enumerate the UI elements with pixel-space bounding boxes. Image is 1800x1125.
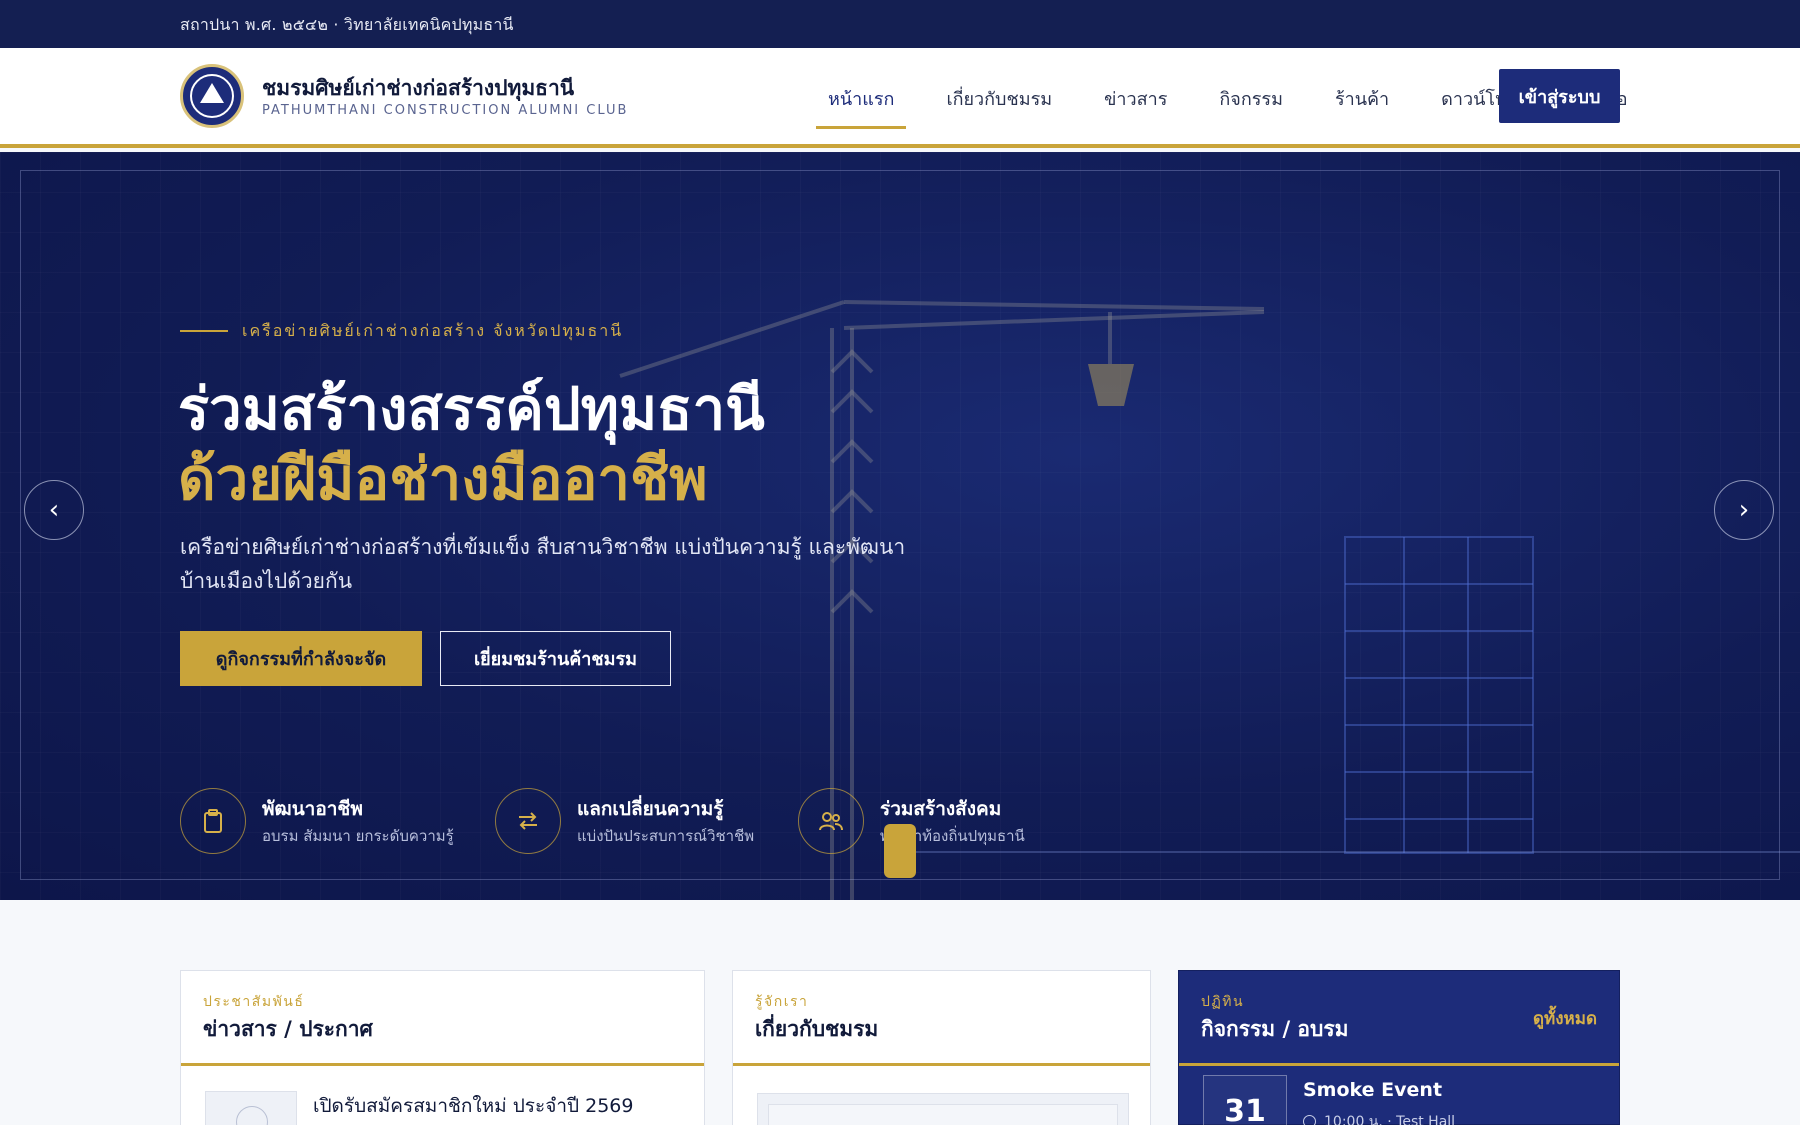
events-kicker: ปฏิทิน — [1201, 994, 1245, 1010]
people-icon — [798, 788, 864, 854]
brand-name-english: PATHUMTHANI CONSTRUCTION ALUMNI CLUB — [262, 103, 629, 118]
eyebrow-divider — [180, 330, 228, 332]
event-date-box: 31 — [1203, 1075, 1287, 1125]
about-card: รู้จักเรา เกี่ยวกับชมรม — [732, 970, 1151, 1125]
nav-shop[interactable]: ร้านค้า — [1323, 74, 1401, 123]
events-card: ปฏิทิน กิจกรรม / อบรม ดูทั้งหมด 31 Smoke… — [1178, 970, 1620, 1125]
site-header: ชมรมศิษย์เก่าช่างก่อสร้างปทุมธานี PATHUM… — [0, 48, 1800, 148]
news-card: ประชาสัมพันธ์ ข่าวสาร / ประกาศ เปิดรับสม… — [180, 970, 705, 1125]
events-title: กิจกรรม / อบรม — [1201, 1017, 1349, 1041]
see-all-link[interactable]: ดูทั้งหมด — [1533, 1005, 1597, 1032]
feature-title: ร่วมสร้างสังคม — [880, 798, 1002, 820]
news-thumbnail[interactable] — [205, 1091, 297, 1125]
about-title: เกี่ยวกับชมรม — [755, 1017, 879, 1041]
event-day: 31 — [1224, 1094, 1266, 1125]
upcoming-events-button[interactable]: ดูกิจกรรมที่กำลังจะจัด — [180, 631, 422, 686]
about-image — [757, 1093, 1129, 1125]
event-title[interactable]: Smoke Event — [1303, 1079, 1442, 1101]
hero-slider: เครือข่ายศิษย์เก่าช่างก่อสร้าง จังหวัดปท… — [0, 152, 1800, 900]
slider-active-dot[interactable] — [884, 824, 916, 878]
hero-eyebrow: เครือข่ายศิษย์เก่าช่างก่อสร้าง จังหวัดปท… — [242, 321, 624, 340]
nav-about[interactable]: เกี่ยวกับชมรม — [934, 74, 1064, 123]
event-time-venue: 10:00 น. · Test Hall — [1324, 1114, 1456, 1125]
clipboard-icon — [180, 788, 246, 854]
top-bar-text: สถาปนา พ.ศ. ๒๕๔๒ · วิทยาลัยเทคนิคปทุมธาน… — [180, 15, 514, 34]
hero-lead: เครือข่ายศิษย์เก่าช่างก่อสร้างที่เข้มแข็… — [180, 535, 906, 593]
about-kicker: รู้จักเรา — [755, 994, 809, 1010]
club-emblem-icon[interactable] — [180, 64, 244, 128]
top-announcement-bar: สถาปนา พ.ศ. ๒๕๔๒ · วิทยาลัยเทคนิคปทุมธาน… — [0, 0, 1800, 48]
visit-shop-button[interactable]: เยี่ยมชมร้านค้าชมรม — [440, 631, 671, 686]
feature-title: พัฒนาอาชีพ — [262, 798, 363, 820]
exchange-icon — [495, 788, 561, 854]
card-divider — [181, 1063, 704, 1066]
news-title: ข่าวสาร / ประกาศ — [203, 1017, 373, 1041]
card-divider — [1179, 1063, 1619, 1066]
event-meta: 10:00 น. · Test Hall — [1303, 1111, 1455, 1125]
news-kicker: ประชาสัมพันธ์ — [203, 994, 305, 1010]
news-item-title[interactable]: เปิดรับสมัครสมาชิกใหม่ ประจำปี 2569 — [313, 1091, 633, 1121]
brand-name-thai[interactable]: ชมรมศิษย์เก่าช่างก่อสร้างปทุมธานี — [262, 72, 574, 105]
feature-subtitle: อบรม สัมมนา ยกระดับความรู้ — [262, 827, 454, 845]
clock-icon — [1303, 1115, 1316, 1125]
slider-prev-button[interactable]: ‹ — [24, 480, 84, 540]
nav-news[interactable]: ข่าวสาร — [1092, 74, 1179, 123]
feature-subtitle: แบ่งปันประสบการณ์วิชาชีพ — [577, 827, 755, 845]
nav-activities[interactable]: กิจกรรม — [1207, 74, 1295, 123]
slider-next-button[interactable]: › — [1714, 480, 1774, 540]
card-divider — [733, 1063, 1150, 1066]
hero-frame — [20, 170, 1780, 880]
feature-title: แลกเปลี่ยนความรู้ — [577, 798, 724, 820]
login-button[interactable]: เข้าสู่ระบบ — [1499, 69, 1620, 123]
hero-title-line2: ด้วยฝีมือช่างมืออาชีพ — [178, 445, 708, 513]
nav-home[interactable]: หน้าแรก — [816, 74, 907, 129]
